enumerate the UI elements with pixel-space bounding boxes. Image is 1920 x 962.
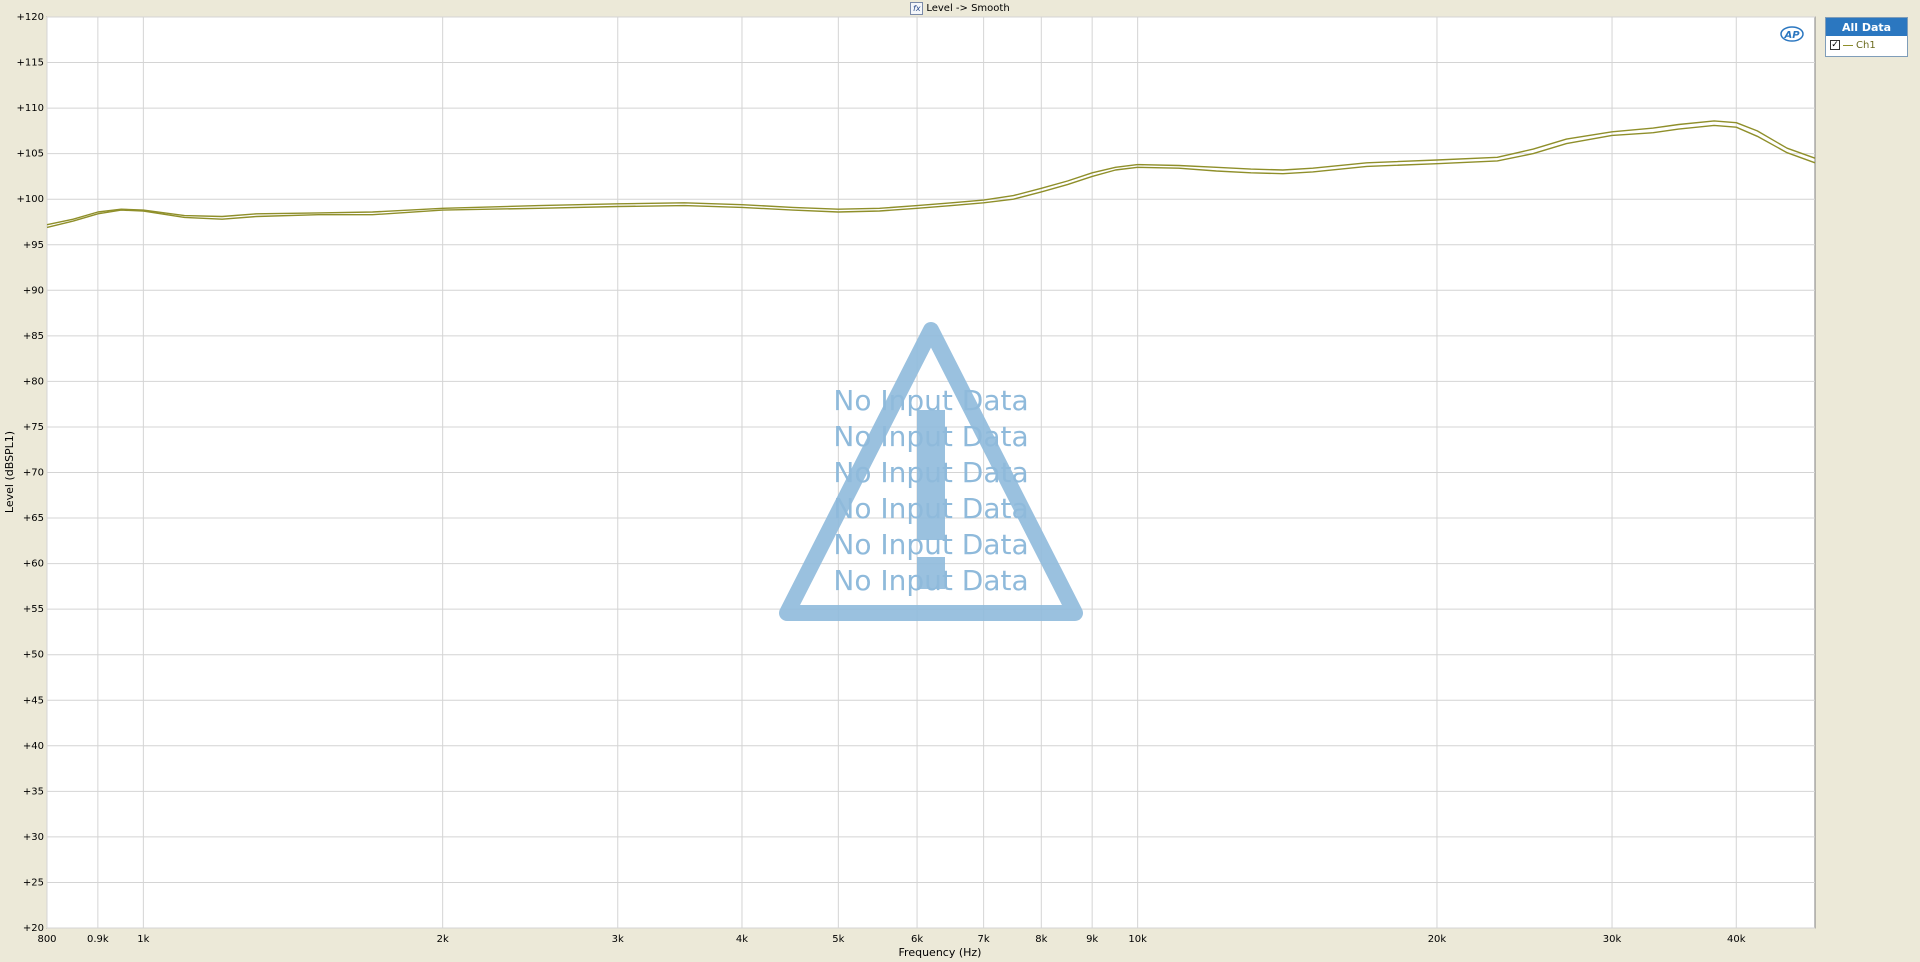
- y-tick-label: +80: [23, 376, 44, 387]
- x-tick-label: 0.9k: [87, 934, 109, 945]
- overlay-line: No Input Data: [833, 528, 1028, 561]
- overlay-line: No Input Data: [833, 456, 1028, 489]
- y-tick-label: +30: [23, 832, 44, 843]
- y-tick-label: +75: [23, 422, 44, 433]
- x-tick-label: 6k: [911, 934, 923, 945]
- overlay-line: No Input Data: [833, 564, 1028, 597]
- overlay-line: No Input Data: [833, 420, 1028, 453]
- y-tick-label: +25: [23, 877, 44, 888]
- y-tick-label: +95: [23, 240, 44, 251]
- chart: +120 +115 +110 +105 +100 +95 +90 +85 +80 +75 +70 +6…: [3, 12, 1816, 959]
- y-tick-label: +120: [17, 12, 44, 23]
- y-tick-label: +35: [23, 786, 44, 797]
- legend-header-all-data[interactable]: All Data: [1826, 18, 1907, 36]
- overlay-line: No Input Data: [833, 384, 1028, 417]
- ap-logo-text: AP: [1783, 30, 1800, 41]
- x-tick-label: 5k: [832, 934, 844, 945]
- legend-item-label: Ch1: [1856, 39, 1876, 51]
- y-tick-label: +110: [17, 103, 44, 114]
- legend-panel: All Data ✓ Ch1: [1825, 17, 1908, 57]
- y-tick-label: +90: [23, 285, 44, 296]
- y-tick-label: +85: [23, 331, 44, 342]
- x-tick-label: 30k: [1603, 934, 1622, 945]
- y-tick-label: +65: [23, 513, 44, 524]
- y-tick-label: +20: [23, 923, 44, 934]
- y-tick-label: +45: [23, 695, 44, 706]
- y-tick-label: +70: [23, 468, 44, 479]
- y-tick-label: +50: [23, 650, 44, 661]
- x-tick-label: 7k: [978, 934, 990, 945]
- x-axis-label: Frequency (Hz): [899, 946, 982, 959]
- overlay-line: No Input Data: [833, 492, 1028, 525]
- y-tick-label: +115: [17, 58, 44, 69]
- y-tick-labels: +120 +115 +110 +105 +100 +95 +90 +85 +80 +75 +70 +6…: [17, 12, 44, 934]
- x-tick-label: 10k: [1128, 934, 1147, 945]
- y-tick-label: +100: [17, 194, 44, 205]
- legend-item-ch1[interactable]: ✓ Ch1: [1826, 36, 1907, 54]
- y-axis-label: Level (dBSPL1): [3, 431, 16, 513]
- x-tick-label: 3k: [612, 934, 624, 945]
- y-tick-label: +105: [17, 149, 44, 160]
- y-tick-label: +40: [23, 741, 44, 752]
- x-tick-label: 20k: [1428, 934, 1447, 945]
- x-tick-label: 2k: [437, 934, 449, 945]
- x-tick-label: 9k: [1086, 934, 1098, 945]
- x-tick-label: 800: [37, 934, 56, 945]
- y-tick-label: +60: [23, 559, 44, 570]
- x-tick-label: 4k: [736, 934, 748, 945]
- legend-swatch: [1843, 44, 1853, 46]
- legend-checkbox[interactable]: ✓: [1830, 40, 1840, 50]
- x-tick-label: 40k: [1727, 934, 1746, 945]
- x-tick-label: 8k: [1035, 934, 1047, 945]
- x-tick-label: 1k: [137, 934, 149, 945]
- x-tick-labels: 800 0.9k 1k 2k 3k 4k 5k 6k 7k 8k 9k 10k 20k 30k 40k: [37, 934, 1745, 945]
- y-tick-label: +55: [23, 604, 44, 615]
